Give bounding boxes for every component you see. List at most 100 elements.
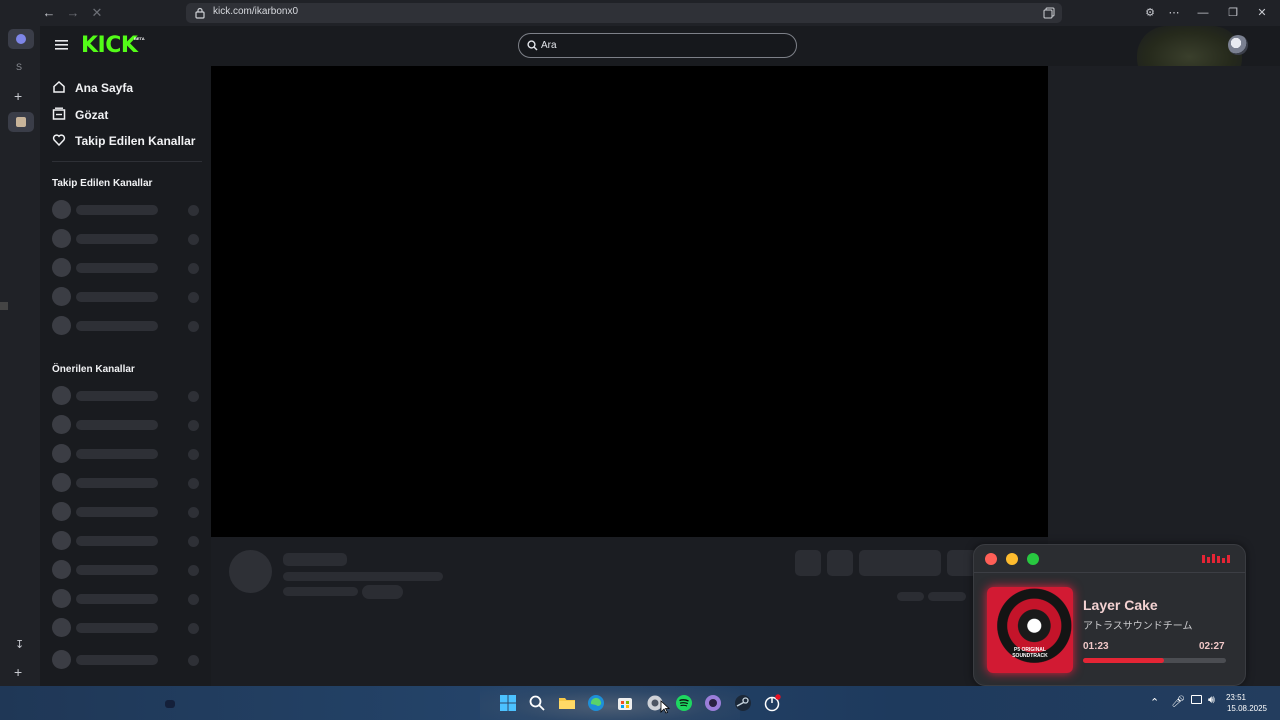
forward-icon[interactable]: →: [64, 4, 82, 22]
sidebar-divider: [52, 161, 202, 162]
progress-fill: [1083, 658, 1164, 663]
add-icon[interactable]: +: [14, 664, 22, 680]
kick-logo[interactable]: KICK: [81, 33, 138, 58]
channel-avatar-skeleton: [229, 550, 272, 593]
search-placeholder: Ara: [541, 40, 557, 51]
taskbar: 23:51 15.08.2025 ⌃ 🎤︎ 🔊︎: [0, 686, 1280, 720]
browser-toolbar: ← → ✕ kick.com/ikarbonx0 ⚙ ⋯ — ❐ ✕: [0, 0, 1280, 26]
lock-icon: [195, 7, 205, 19]
sidebar: Ana Sayfa Gözat Takip Edilen Kanallar Ta…: [40, 66, 211, 686]
avatar[interactable]: [1228, 35, 1248, 55]
active-tab-icon[interactable]: [8, 29, 34, 49]
sidebar-item-label: Takip Edilen Kanallar: [75, 134, 196, 148]
cover-text: P5 ORIGINAL SOUNDTRACK: [1012, 647, 1048, 659]
store-icon[interactable]: [616, 694, 634, 712]
video-player[interactable]: [211, 66, 1048, 537]
sidebar-item-home[interactable]: Ana Sayfa: [52, 77, 207, 99]
mouse-cursor-icon: [660, 700, 670, 714]
spotify-icon[interactable]: [675, 694, 693, 712]
sidebar-item-browse[interactable]: Gözat: [52, 104, 207, 126]
song-title: Layer Cake: [1083, 597, 1158, 613]
sidebar-item-following[interactable]: Takip Edilen Kanallar: [52, 130, 207, 152]
list-item[interactable]: [52, 560, 200, 580]
beta-badge: BETA: [134, 36, 145, 41]
add-tab-icon[interactable]: +: [14, 88, 22, 104]
list-item[interactable]: [52, 502, 200, 522]
tab-icon[interactable]: [8, 112, 34, 132]
stop-icon[interactable]: ✕: [88, 4, 106, 22]
tag-skeleton: [362, 585, 403, 599]
heart-icon: [52, 134, 66, 147]
minimize-icon[interactable]: —: [1194, 4, 1212, 22]
clock-date[interactable]: 15.08.2025: [1227, 704, 1267, 713]
channel-name-skeleton: [283, 553, 347, 566]
clock-time[interactable]: 23:51: [1226, 693, 1246, 702]
list-item[interactable]: [52, 650, 200, 670]
windows-start-icon[interactable]: [499, 694, 517, 712]
more-icon[interactable]: ⋯: [1165, 4, 1183, 22]
microphone-icon[interactable]: 🎤︎: [1171, 695, 1185, 708]
browser-side-rail: S + ↧ +: [0, 26, 40, 686]
power-app-icon[interactable]: [763, 694, 781, 712]
desktop-icon: [165, 700, 175, 708]
song-artist: アトラスサウンドチーム: [1083, 621, 1193, 632]
stat-skeleton: [897, 592, 924, 601]
search-input[interactable]: Ara: [518, 33, 797, 58]
chat-app-icon[interactable]: [704, 694, 722, 712]
total-time: 02:27: [1199, 641, 1225, 652]
edge-browser-icon[interactable]: [587, 694, 605, 712]
taskbar-search-icon[interactable]: [528, 694, 546, 712]
category-skeleton: [283, 587, 358, 596]
taskbar-highlight: [480, 686, 740, 720]
widget-titlebar: [974, 545, 1245, 573]
sidebar-item-label: Ana Sayfa: [75, 81, 134, 95]
list-item[interactable]: [52, 316, 200, 336]
browse-icon: [52, 107, 66, 120]
list-item[interactable]: [52, 415, 200, 435]
action-button-skeleton: [795, 550, 821, 576]
followed-channels-title: Takip Edilen Kanallar: [52, 178, 153, 189]
list-item[interactable]: [52, 444, 200, 464]
action-button-skeleton: [827, 550, 853, 576]
stat-skeleton: [928, 592, 966, 601]
list-item[interactable]: [52, 473, 200, 493]
close-dot-icon[interactable]: [985, 553, 997, 565]
tab-actions-icon[interactable]: [1043, 7, 1055, 19]
close-icon[interactable]: ✕: [1253, 4, 1271, 22]
home-icon: [53, 80, 65, 93]
stream-title-skeleton: [283, 572, 443, 581]
follow-button-skeleton: [859, 550, 941, 576]
list-item[interactable]: [52, 531, 200, 551]
music-widget: P5 ORIGINAL SOUNDTRACK Layer Cake アトラスサウ…: [973, 544, 1246, 686]
address-bar[interactable]: kick.com/ikarbonx0: [186, 3, 1062, 23]
url-text: kick.com/ikarbonx0: [213, 6, 299, 17]
list-item[interactable]: [52, 589, 200, 609]
recommended-channels-title: Önerilen Kanallar: [52, 364, 135, 375]
network-icon[interactable]: [1191, 695, 1202, 704]
list-item[interactable]: [52, 386, 200, 406]
menu-icon[interactable]: [55, 40, 68, 50]
volume-icon[interactable]: 🔊︎: [1208, 694, 1215, 707]
chevron-up-icon[interactable]: ⌃: [1150, 696, 1159, 709]
list-item[interactable]: [52, 618, 200, 638]
list-item[interactable]: [52, 258, 200, 278]
elapsed-time: 01:23: [1083, 641, 1109, 652]
list-item[interactable]: [52, 200, 200, 220]
search-icon: [527, 40, 538, 51]
progress-bar[interactable]: [1083, 658, 1226, 663]
sidebar-item-label: Gözat: [75, 108, 109, 122]
minimize-dot-icon[interactable]: [1006, 553, 1018, 565]
list-item[interactable]: [52, 287, 200, 307]
extensions-icon[interactable]: ⚙: [1141, 4, 1159, 22]
maximize-icon[interactable]: ❐: [1224, 4, 1242, 22]
album-cover: P5 ORIGINAL SOUNDTRACK: [987, 587, 1073, 673]
file-explorer-icon[interactable]: [558, 694, 576, 712]
equalizer-icon: [1202, 554, 1230, 563]
rail-letter[interactable]: S: [16, 62, 22, 72]
maximize-dot-icon[interactable]: [1027, 553, 1039, 565]
list-item[interactable]: [52, 229, 200, 249]
download-icon[interactable]: ↧: [15, 638, 24, 651]
steam-icon[interactable]: [734, 694, 752, 712]
edge-handle-icon[interactable]: [0, 302, 8, 310]
back-icon[interactable]: ←: [40, 4, 58, 22]
